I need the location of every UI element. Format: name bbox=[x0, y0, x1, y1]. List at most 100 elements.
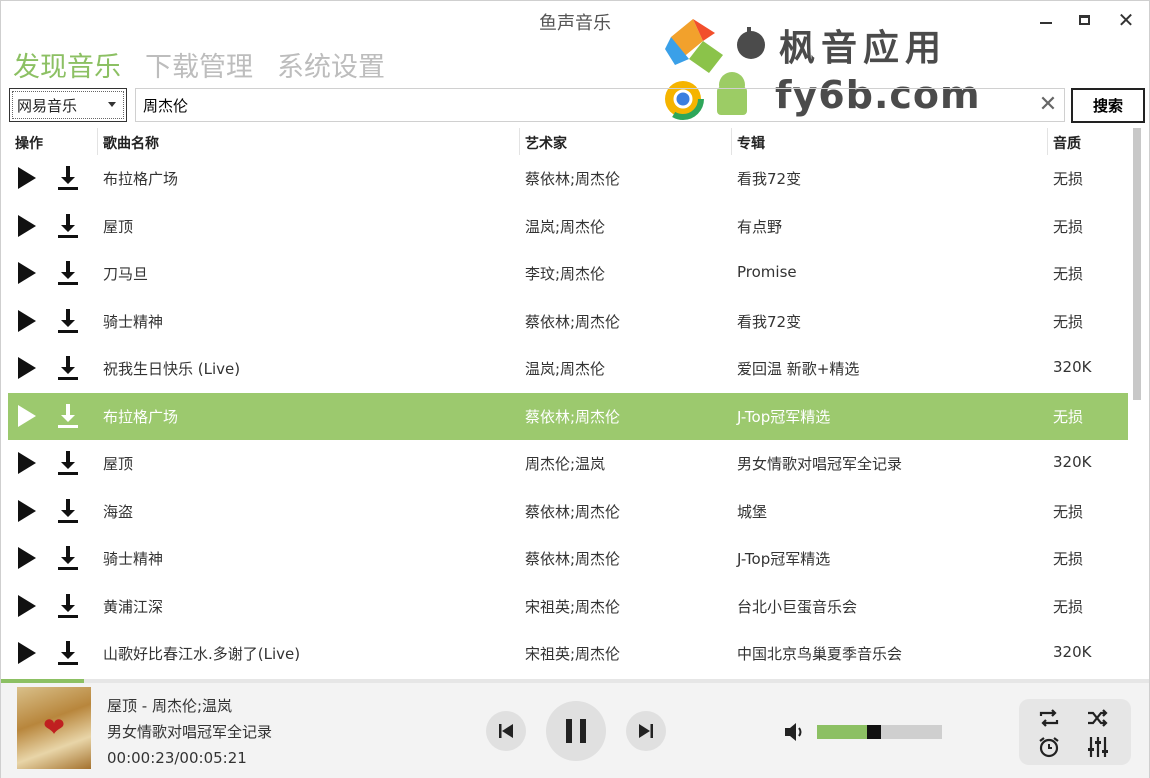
download-icon[interactable] bbox=[56, 593, 80, 619]
table-row[interactable]: 骑士精神 蔡依林;周杰伦 看我72变 无损 bbox=[8, 298, 1128, 345]
download-icon[interactable] bbox=[56, 213, 80, 239]
volume-slider[interactable] bbox=[817, 725, 942, 739]
song-name-cell: 海盗 bbox=[103, 502, 134, 521]
song-name-cell: 刀马旦 bbox=[103, 265, 149, 283]
download-icon[interactable] bbox=[56, 545, 80, 571]
download-icon[interactable] bbox=[56, 450, 80, 476]
table-header: 操作 歌曲名称 艺术家 专辑 音质 bbox=[1, 128, 1131, 155]
play-icon[interactable] bbox=[18, 594, 40, 619]
heart-icon: ❤ bbox=[43, 713, 65, 743]
column-header-quality[interactable]: 音质 bbox=[1053, 133, 1081, 153]
app-title: 鱼声音乐 bbox=[539, 13, 611, 34]
sleep-timer-button[interactable] bbox=[1036, 735, 1062, 759]
download-icon[interactable] bbox=[56, 640, 80, 666]
quality-cell: 无损 bbox=[1053, 312, 1084, 331]
playback-progress[interactable] bbox=[1, 679, 1149, 683]
table-row[interactable]: 祝我生日快乐 (Live) 温岚;周杰伦 爱回温 新歌+精选 320K bbox=[8, 345, 1128, 392]
column-header-song[interactable]: 歌曲名称 bbox=[103, 133, 159, 153]
volume-button[interactable] bbox=[783, 720, 807, 744]
table-row[interactable]: 布拉格广场 蔡依林;周杰伦 看我72变 无损 bbox=[8, 155, 1128, 202]
shuffle-button[interactable] bbox=[1085, 706, 1111, 730]
quality-cell: 320K bbox=[1053, 453, 1092, 471]
table-row[interactable]: 屋顶 温岚;周杰伦 有点野 无损 bbox=[8, 203, 1128, 250]
repeat-button[interactable] bbox=[1036, 706, 1062, 730]
chevron-down-icon bbox=[108, 102, 116, 107]
song-name-cell: 屋顶 bbox=[103, 217, 134, 236]
song-name-cell: 布拉格广场 bbox=[103, 407, 179, 426]
skip-next-icon bbox=[639, 724, 653, 738]
table-row[interactable]: 屋顶 周杰伦;温岚 男女情歌对唱冠军全记录 320K bbox=[8, 440, 1128, 487]
artist-cell: 蔡依林;周杰伦 bbox=[525, 502, 621, 521]
column-divider[interactable] bbox=[1047, 128, 1048, 155]
close-icon: ✕ bbox=[1117, 8, 1135, 32]
column-divider[interactable] bbox=[519, 128, 520, 155]
artist-cell: 宋祖英;周杰伦 bbox=[525, 645, 621, 663]
play-icon[interactable] bbox=[18, 499, 40, 524]
now-playing-title: 屋顶 - 周杰伦;温岚 bbox=[107, 697, 233, 715]
play-icon[interactable] bbox=[18, 547, 40, 571]
play-icon[interactable] bbox=[18, 642, 40, 666]
search-button[interactable]: 搜索 bbox=[1071, 88, 1145, 123]
play-icon[interactable] bbox=[18, 309, 40, 334]
maximize-button[interactable] bbox=[1069, 7, 1099, 33]
source-select-value: 网易音乐 bbox=[17, 96, 78, 115]
repeat-icon bbox=[1039, 709, 1059, 727]
play-icon[interactable] bbox=[18, 357, 40, 381]
album-cell: 男女情歌对唱冠军全记录 bbox=[737, 455, 903, 473]
quality-cell: 无损 bbox=[1053, 265, 1084, 283]
table-row[interactable]: 布拉格广场 蔡依林;周杰伦 J-Top冠军精选 无损 bbox=[8, 392, 1128, 440]
download-icon[interactable] bbox=[56, 165, 80, 191]
pause-button[interactable] bbox=[546, 701, 606, 761]
previous-track-button[interactable] bbox=[486, 711, 526, 751]
table-row[interactable]: 海盗 蔡依林;周杰伦 城堡 无损 bbox=[8, 488, 1128, 535]
equalizer-button[interactable] bbox=[1085, 735, 1111, 759]
scrollbar-thumb[interactable] bbox=[1133, 128, 1141, 400]
minimize-button[interactable] bbox=[1031, 7, 1061, 33]
search-input[interactable] bbox=[135, 88, 1065, 122]
tab-settings[interactable]: 系统设置 bbox=[277, 45, 385, 85]
song-name-cell: 黄浦江深 bbox=[103, 597, 164, 616]
equalizer-icon bbox=[1088, 737, 1108, 757]
column-header-actions[interactable]: 操作 bbox=[15, 133, 43, 153]
play-icon[interactable] bbox=[18, 167, 40, 191]
column-divider[interactable] bbox=[731, 128, 732, 155]
close-button[interactable]: ✕ bbox=[1111, 7, 1141, 33]
column-divider[interactable] bbox=[97, 128, 98, 155]
album-cell: 看我72变 bbox=[737, 170, 802, 188]
download-icon[interactable] bbox=[56, 355, 80, 381]
artist-cell: 温岚;周杰伦 bbox=[525, 217, 606, 236]
source-select[interactable]: 网易音乐 bbox=[9, 88, 127, 122]
play-icon[interactable] bbox=[18, 214, 40, 239]
playback-time: 00:00:23/00:05:21 bbox=[107, 749, 247, 767]
play-icon[interactable] bbox=[18, 404, 40, 429]
quality-cell: 320K bbox=[1053, 358, 1092, 376]
volume-slider-fill bbox=[817, 725, 867, 739]
clear-search-button[interactable]: ✕ bbox=[1037, 94, 1059, 116]
play-icon[interactable] bbox=[18, 262, 40, 286]
download-icon[interactable] bbox=[56, 308, 80, 334]
playback-progress-fill bbox=[1, 679, 84, 683]
table-row[interactable]: 黄浦江深 宋祖英;周杰伦 台北小巨蛋音乐会 无损 bbox=[8, 583, 1128, 630]
table-row[interactable]: 山歌好比春江水.多谢了(Live) 宋祖英;周杰伦 中国北京鸟巢夏季音乐会 320K bbox=[8, 630, 1128, 676]
next-track-button[interactable] bbox=[626, 711, 666, 751]
download-icon[interactable] bbox=[56, 403, 80, 429]
album-cell: 看我72变 bbox=[737, 312, 802, 331]
table-row[interactable]: 刀马旦 李玟;周杰伦 Promise 无损 bbox=[8, 250, 1128, 297]
table-row[interactable]: 骑士精神 蔡依林;周杰伦 J-Top冠军精选 无损 bbox=[8, 535, 1128, 582]
player-bar: ❤ 屋顶 - 周杰伦;温岚 男女情歌对唱冠军全记录 00:00:23/00:05… bbox=[1, 679, 1149, 778]
table-scrollbar[interactable] bbox=[1132, 128, 1142, 676]
album-cell: Promise bbox=[737, 263, 797, 281]
download-icon[interactable] bbox=[56, 260, 80, 286]
volume-slider-handle[interactable] bbox=[867, 725, 881, 739]
download-icon[interactable] bbox=[56, 498, 80, 524]
song-name-cell: 祝我生日快乐 (Live) bbox=[103, 360, 241, 378]
play-icon[interactable] bbox=[18, 452, 40, 476]
title-bar[interactable]: 鱼声音乐 ✕ bbox=[1, 1, 1149, 41]
column-header-album[interactable]: 专辑 bbox=[737, 133, 765, 153]
clear-icon: ✕ bbox=[1038, 92, 1058, 117]
tab-downloads[interactable]: 下载管理 bbox=[145, 45, 253, 85]
tab-discover[interactable]: 发现音乐 bbox=[13, 45, 121, 85]
column-header-artist[interactable]: 艺术家 bbox=[525, 133, 567, 153]
maximize-icon bbox=[1078, 15, 1090, 25]
quality-cell: 无损 bbox=[1053, 550, 1084, 568]
